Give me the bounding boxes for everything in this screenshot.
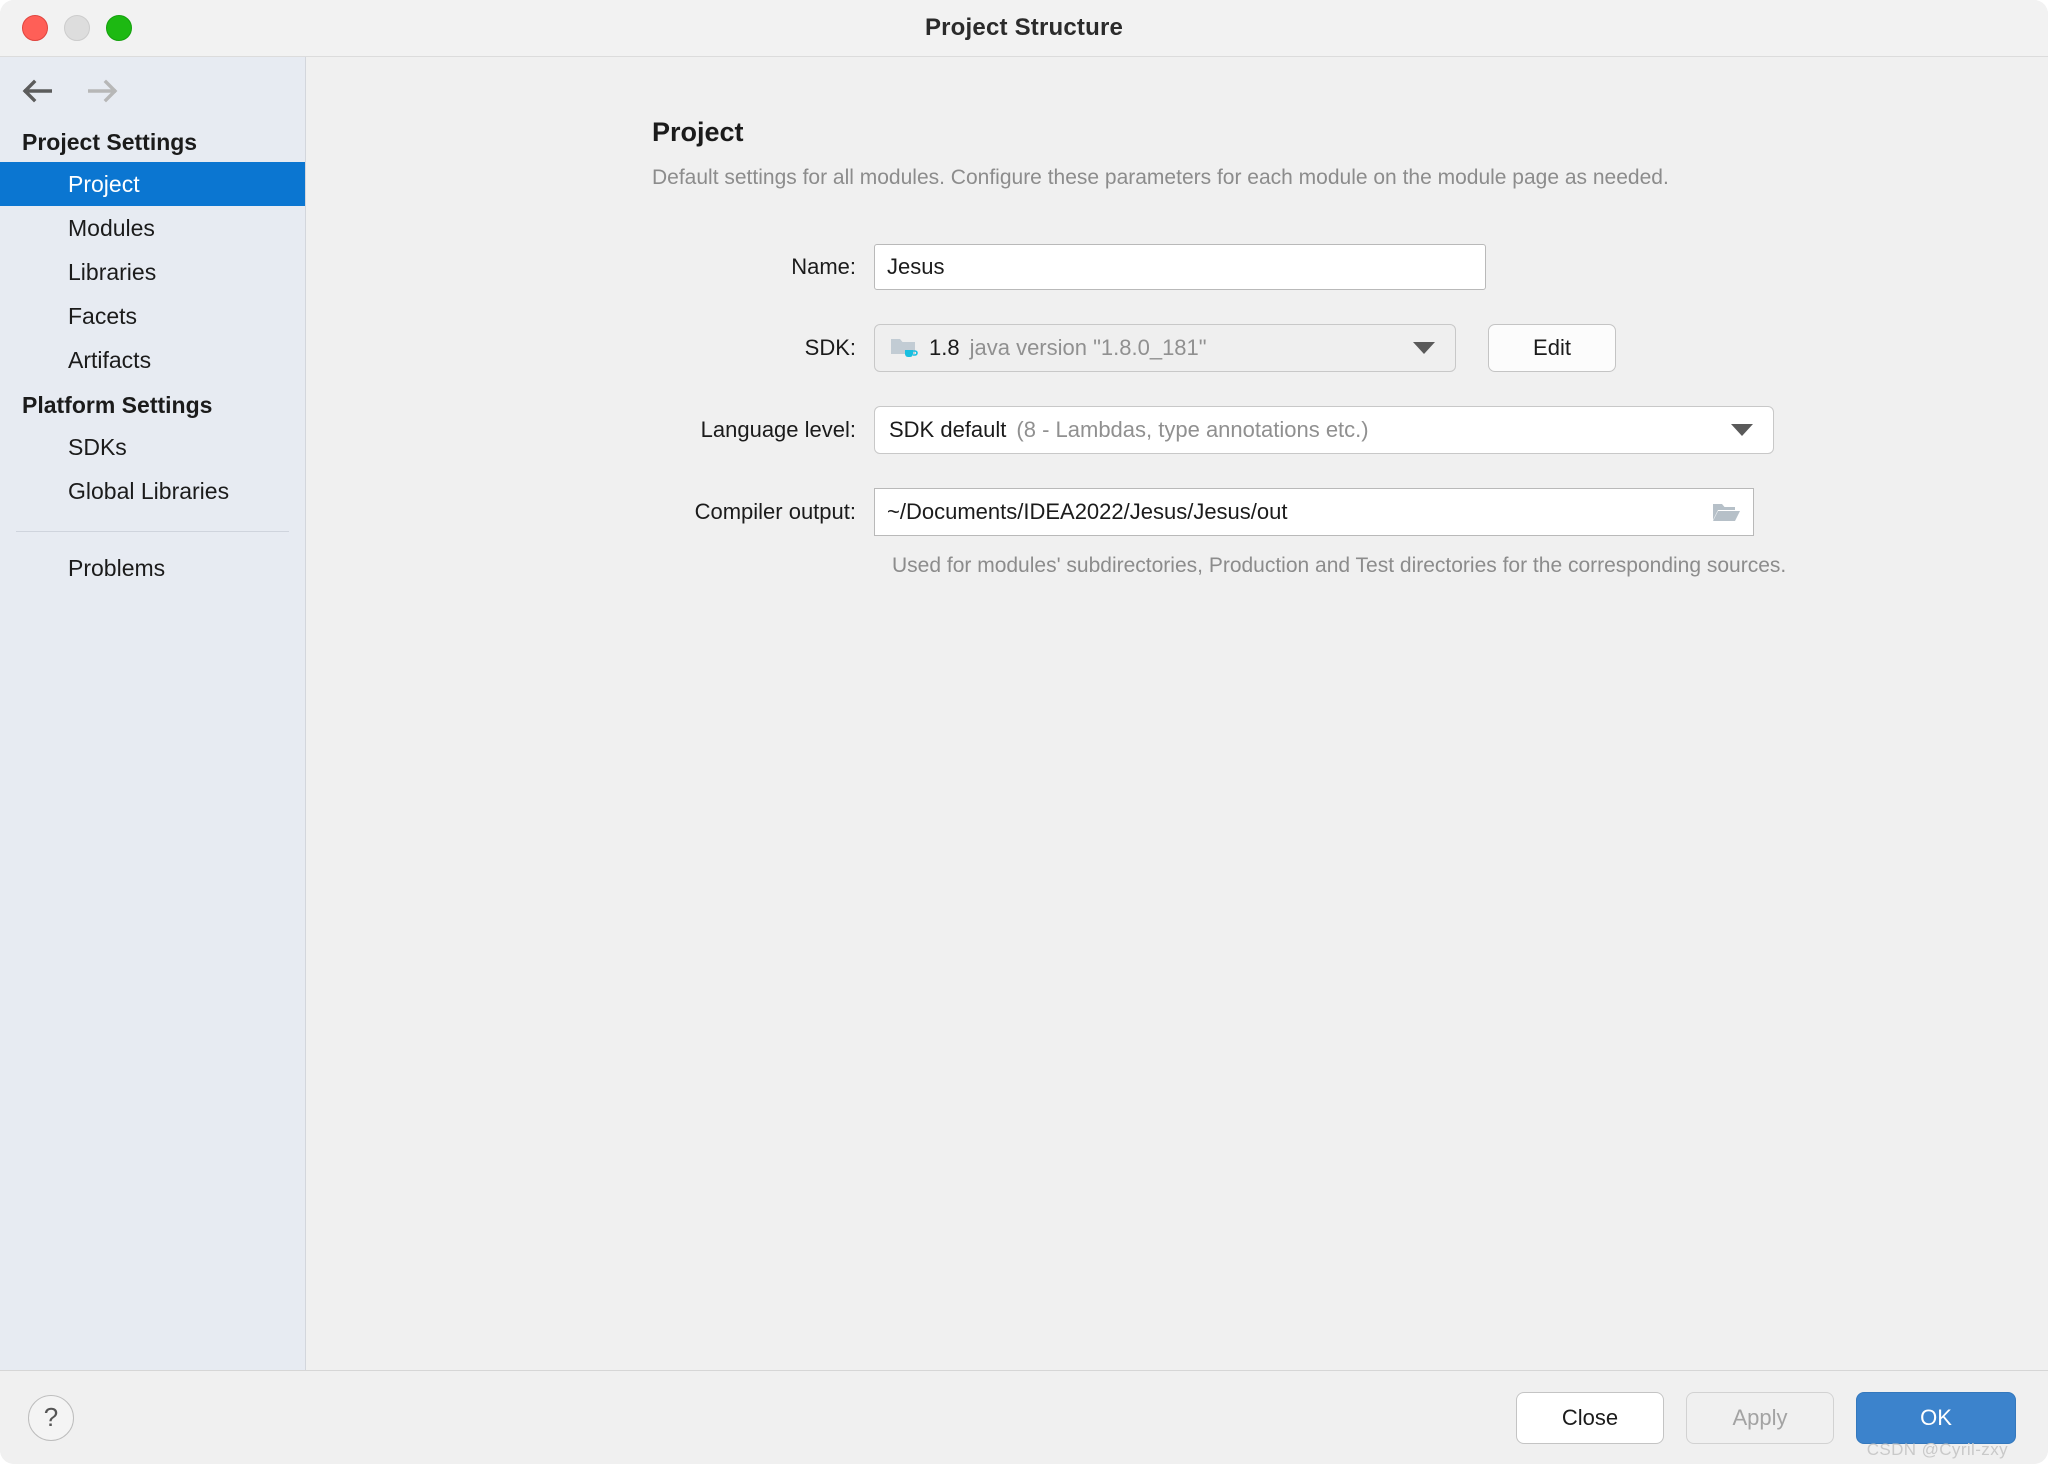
- chevron-down-icon: [1413, 342, 1435, 354]
- project-name-value: Jesus: [887, 254, 945, 279]
- page-description: Default settings for all modules. Config…: [652, 166, 1669, 189]
- zoom-window-button[interactable]: [106, 15, 132, 41]
- page-title: Project: [652, 117, 744, 147]
- minimize-window-button[interactable]: [64, 15, 90, 41]
- navigation-arrows: [0, 69, 305, 119]
- footer-actions: Close Apply OK: [1516, 1391, 2016, 1444]
- sidebar-divider: [16, 531, 289, 532]
- sidebar-item-global-libraries[interactable]: Global Libraries: [0, 469, 305, 513]
- language-level-value: SDK default: [889, 417, 1007, 442]
- sdk-row: SDK: 1.8 java version "1.8.0_181" Edit: [652, 324, 2048, 372]
- compiler-output-help: Used for modules' subdirectories, Produc…: [892, 554, 1787, 577]
- language-level-row: Language level: SDK default (8 - Lambdas…: [652, 406, 2048, 454]
- close-button[interactable]: Close: [1516, 1391, 1664, 1444]
- name-label: Name:: [791, 254, 856, 279]
- sidebar-group-platform-settings: Platform Settings: [22, 392, 213, 418]
- sidebar-item-problems[interactable]: Problems: [0, 546, 305, 590]
- sidebar-item-modules[interactable]: Modules: [0, 206, 305, 250]
- language-level-dropdown[interactable]: SDK default (8 - Lambdas, type annotatio…: [874, 406, 1774, 454]
- close-window-button[interactable]: [22, 15, 48, 41]
- settings-sidebar: Project Settings Project Modules Librari…: [0, 57, 306, 1370]
- dialog-footer: ? Close Apply OK CSDN @Cyril-zxy: [0, 1370, 2048, 1464]
- sdk-dropdown[interactable]: 1.8 java version "1.8.0_181": [874, 324, 1456, 372]
- sidebar-item-artifacts[interactable]: Artifacts: [0, 338, 305, 382]
- settings-content-pane: Project Default settings for all modules…: [306, 57, 2048, 1370]
- sdk-detail: java version "1.8.0_181": [969, 335, 1207, 360]
- sidebar-group-project-settings: Project Settings: [22, 129, 198, 155]
- apply-button[interactable]: Apply: [1686, 1391, 1834, 1444]
- sdk-label: SDK:: [804, 335, 856, 360]
- traffic-light-group: [22, 15, 132, 41]
- compiler-output-label: Compiler output:: [694, 499, 856, 524]
- ok-button[interactable]: OK: [1856, 1391, 2016, 1444]
- sidebar-item-project[interactable]: Project: [0, 162, 305, 206]
- language-level-detail: (8 - Lambdas, type annotations etc.): [1016, 417, 1369, 442]
- sdk-version: 1.8: [929, 335, 960, 360]
- window-title: Project Structure: [924, 14, 1124, 41]
- forward-arrow-icon[interactable]: [84, 77, 118, 105]
- project-structure-window: Project Structure Project Settings Proje…: [0, 0, 2048, 1464]
- java-sdk-icon: [889, 335, 919, 361]
- language-level-label: Language level:: [700, 417, 856, 442]
- help-button[interactable]: ?: [28, 1394, 74, 1441]
- sidebar-item-sdks[interactable]: SDKs: [0, 425, 305, 469]
- back-arrow-icon[interactable]: [22, 77, 56, 105]
- chevron-down-icon: [1731, 424, 1753, 436]
- window-titlebar: Project Structure: [0, 0, 2048, 57]
- window-body: Project Settings Project Modules Librari…: [0, 57, 2048, 1370]
- edit-sdk-button[interactable]: Edit: [1488, 324, 1616, 372]
- compiler-output-row: Compiler output: ~/Documents/IDEA2022/Je…: [652, 488, 2048, 536]
- sidebar-item-facets[interactable]: Facets: [0, 294, 305, 338]
- sidebar-item-libraries[interactable]: Libraries: [0, 250, 305, 294]
- compiler-output-value: ~/Documents/IDEA2022/Jesus/Jesus/out: [887, 499, 1288, 524]
- folder-icon[interactable]: [1709, 498, 1743, 526]
- compiler-output-input[interactable]: ~/Documents/IDEA2022/Jesus/Jesus/out: [874, 488, 1754, 536]
- name-row: Name: Jesus: [652, 244, 2048, 290]
- project-name-input[interactable]: Jesus: [874, 244, 1486, 290]
